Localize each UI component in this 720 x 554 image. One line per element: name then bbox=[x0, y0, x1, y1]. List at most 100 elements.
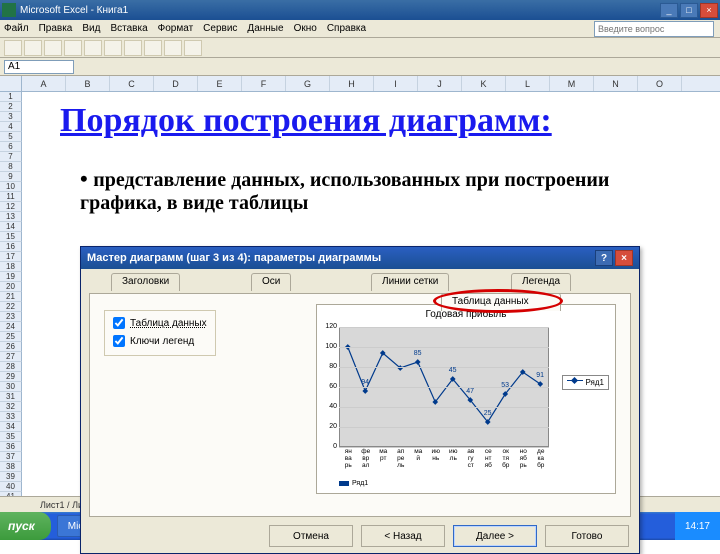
toolbar-button[interactable] bbox=[24, 40, 42, 56]
dialog-help-button[interactable]: ? bbox=[595, 250, 613, 266]
row-header[interactable]: 18 bbox=[0, 262, 22, 272]
menu-view[interactable]: Вид bbox=[82, 23, 100, 34]
row-header[interactable]: 31 bbox=[0, 392, 22, 402]
cancel-button[interactable]: Отмена bbox=[269, 525, 353, 547]
col-header[interactable]: J bbox=[418, 76, 462, 91]
col-header[interactable]: C bbox=[110, 76, 154, 91]
menu-format[interactable]: Формат bbox=[158, 23, 194, 34]
close-button[interactable]: × bbox=[700, 3, 718, 18]
row-header[interactable]: 2 bbox=[0, 102, 22, 112]
col-header[interactable]: B bbox=[66, 76, 110, 91]
row-header[interactable]: 28 bbox=[0, 362, 22, 372]
help-question-input[interactable] bbox=[594, 21, 714, 37]
row-header[interactable]: 6 bbox=[0, 142, 22, 152]
col-header[interactable]: L bbox=[506, 76, 550, 91]
col-header[interactable]: K bbox=[462, 76, 506, 91]
toolbar-button[interactable] bbox=[64, 40, 82, 56]
toolbar-button[interactable] bbox=[144, 40, 162, 56]
checkbox-datatable[interactable] bbox=[113, 317, 125, 329]
menu-help[interactable]: Справка bbox=[327, 23, 366, 34]
menu-edit[interactable]: Правка bbox=[39, 23, 73, 34]
checkbox-legendkeys-label: Ключи легенд bbox=[130, 336, 194, 347]
col-header[interactable]: A bbox=[22, 76, 66, 91]
toolbar-button[interactable] bbox=[4, 40, 22, 56]
name-box[interactable]: A1 bbox=[4, 60, 74, 74]
row-header[interactable]: 3 bbox=[0, 112, 22, 122]
row-header[interactable]: 35 bbox=[0, 432, 22, 442]
row-header[interactable]: 33 bbox=[0, 412, 22, 422]
select-all-corner[interactable] bbox=[0, 76, 22, 91]
row-header[interactable]: 13 bbox=[0, 212, 22, 222]
toolbar-button[interactable] bbox=[84, 40, 102, 56]
row-header[interactable]: 25 bbox=[0, 332, 22, 342]
row-header[interactable]: 8 bbox=[0, 162, 22, 172]
row-header[interactable]: 27 bbox=[0, 352, 22, 362]
toolbar-button[interactable] bbox=[44, 40, 62, 56]
row-header[interactable]: 16 bbox=[0, 242, 22, 252]
row-header[interactable]: 14 bbox=[0, 222, 22, 232]
menu-insert[interactable]: Вставка bbox=[110, 23, 147, 34]
row-header[interactable]: 24 bbox=[0, 322, 22, 332]
menu-data[interactable]: Данные bbox=[247, 23, 283, 34]
dialog-close-button[interactable]: × bbox=[615, 250, 633, 266]
tab-gridlines[interactable]: Линии сетки bbox=[371, 273, 449, 291]
back-button[interactable]: < Назад bbox=[361, 525, 445, 547]
row-header[interactable]: 37 bbox=[0, 452, 22, 462]
toolbar-button[interactable] bbox=[164, 40, 182, 56]
col-header[interactable]: D bbox=[154, 76, 198, 91]
row-header[interactable]: 30 bbox=[0, 382, 22, 392]
tab-headers[interactable]: Заголовки bbox=[111, 273, 180, 291]
col-header[interactable]: O bbox=[638, 76, 682, 91]
maximize-button[interactable]: □ bbox=[680, 3, 698, 18]
row-header[interactable]: 22 bbox=[0, 302, 22, 312]
start-button[interactable]: пуск bbox=[0, 512, 51, 540]
row-header[interactable]: 4 bbox=[0, 122, 22, 132]
row-header[interactable]: 12 bbox=[0, 202, 22, 212]
col-header[interactable]: I bbox=[374, 76, 418, 91]
tab-axes[interactable]: Оси bbox=[251, 273, 291, 291]
row-header[interactable]: 21 bbox=[0, 292, 22, 302]
row-header[interactable]: 19 bbox=[0, 272, 22, 282]
row-header[interactable]: 32 bbox=[0, 402, 22, 412]
tab-datatable[interactable]: Таблица данных bbox=[441, 293, 561, 311]
row-header[interactable]: 26 bbox=[0, 342, 22, 352]
row-header[interactable]: 1 bbox=[0, 92, 22, 102]
toolbar-button[interactable] bbox=[184, 40, 202, 56]
row-header[interactable]: 11 bbox=[0, 192, 22, 202]
finish-button[interactable]: Готово bbox=[545, 525, 629, 547]
tab-legend[interactable]: Легенда bbox=[511, 273, 571, 291]
row-header[interactable]: 34 bbox=[0, 422, 22, 432]
row-header[interactable]: 38 bbox=[0, 462, 22, 472]
row-header[interactable]: 9 bbox=[0, 172, 22, 182]
row-header[interactable]: 7 bbox=[0, 152, 22, 162]
system-tray[interactable]: 14:17 bbox=[675, 512, 720, 540]
row-header[interactable]: 40 bbox=[0, 482, 22, 492]
dialog-title: Мастер диаграмм (шаг 3 из 4): параметры … bbox=[87, 252, 381, 264]
next-button[interactable]: Далее > bbox=[453, 525, 537, 547]
minimize-button[interactable]: _ bbox=[660, 3, 678, 18]
row-header[interactable]: 5 bbox=[0, 132, 22, 142]
column-headers: A B C D E F G H I J K L M N O bbox=[0, 76, 720, 92]
col-header[interactable]: E bbox=[198, 76, 242, 91]
toolbar-button[interactable] bbox=[124, 40, 142, 56]
row-header[interactable]: 23 bbox=[0, 312, 22, 322]
checkbox-legendkeys[interactable] bbox=[113, 335, 125, 347]
row-header[interactable]: 20 bbox=[0, 282, 22, 292]
row-header[interactable]: 15 bbox=[0, 232, 22, 242]
row-header[interactable]: 29 bbox=[0, 372, 22, 382]
row-header[interactable]: 36 bbox=[0, 442, 22, 452]
row-header[interactable]: 10 bbox=[0, 182, 22, 192]
col-header[interactable]: G bbox=[286, 76, 330, 91]
menu-tools[interactable]: Сервис bbox=[203, 23, 237, 34]
row-header[interactable]: 17 bbox=[0, 252, 22, 262]
toolbar-button[interactable] bbox=[104, 40, 122, 56]
col-header[interactable]: F bbox=[242, 76, 286, 91]
col-header[interactable]: M bbox=[550, 76, 594, 91]
menu-file[interactable]: Файл bbox=[4, 23, 29, 34]
col-header[interactable]: N bbox=[594, 76, 638, 91]
tray-clock: 14:17 bbox=[685, 521, 710, 532]
menu-window[interactable]: Окно bbox=[294, 23, 317, 34]
col-header[interactable]: H bbox=[330, 76, 374, 91]
row-header[interactable]: 39 bbox=[0, 472, 22, 482]
window-titlebar: Microsoft Excel - Книга1 _ □ × bbox=[0, 0, 720, 20]
